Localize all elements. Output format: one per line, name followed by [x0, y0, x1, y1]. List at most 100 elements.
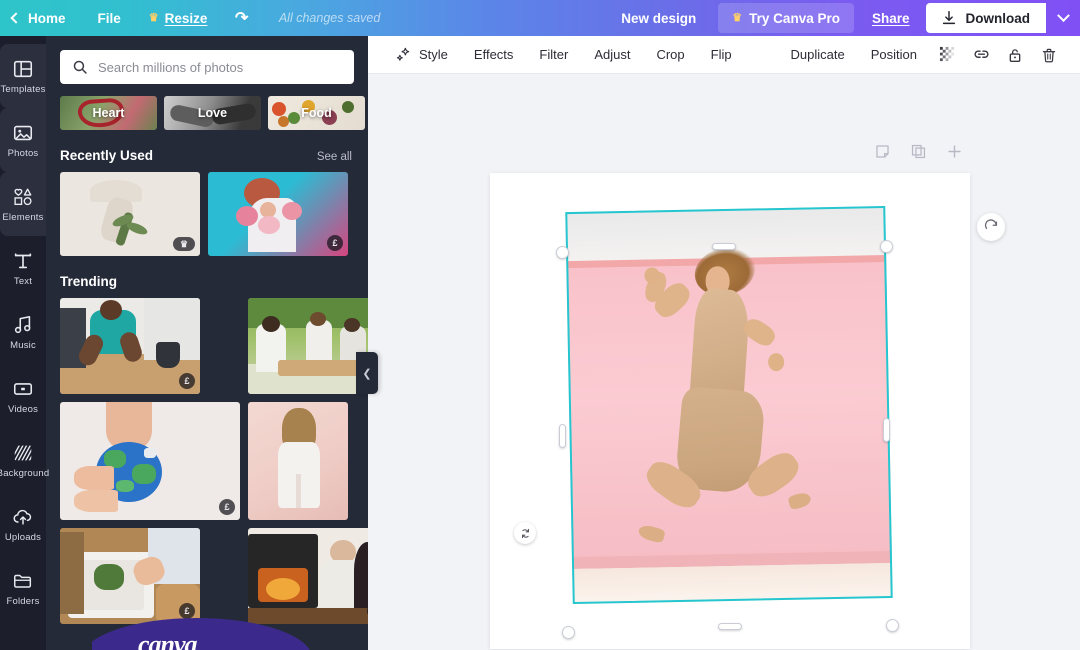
recently-used-grid: ♛ £ — [46, 172, 368, 256]
photo-thumbnail[interactable]: £ — [60, 528, 200, 624]
style-button[interactable]: Style — [382, 36, 461, 73]
resize-handle-bottom-left[interactable] — [562, 626, 575, 639]
header-left-group: Home File ♛ Resize ↶ All changes saved — [0, 0, 380, 36]
notes-button[interactable] — [873, 142, 891, 160]
new-design-button[interactable]: New design — [599, 11, 718, 26]
chevron-left-icon: ❮ — [362, 367, 372, 380]
recently-used-title: Recently Used — [60, 148, 154, 163]
resize-handle-bottom-right[interactable] — [886, 619, 899, 632]
download-icon — [942, 10, 955, 25]
editor-area: Style Effects Filter Adjust Crop Flip Du… — [368, 36, 1080, 650]
sidebar-item-folders[interactable]: Folders — [0, 556, 46, 620]
photo-thumbnail[interactable]: £ — [60, 402, 240, 520]
sidebar-label-folders: Folders — [6, 595, 40, 607]
pro-badge: ♛ — [173, 237, 195, 251]
chip-food-label: Food — [301, 106, 332, 120]
resize-handle-bottom[interactable] — [718, 623, 742, 630]
lock-button[interactable] — [998, 36, 1032, 73]
canvas-area — [368, 74, 1080, 650]
share-button[interactable]: Share — [856, 11, 926, 26]
photo-image — [565, 205, 893, 605]
download-options-button[interactable] — [1046, 3, 1080, 33]
rotate-icon — [521, 528, 529, 538]
trending-header: Trending — [46, 256, 368, 298]
photo-thumbnail[interactable]: ♛ — [60, 172, 200, 256]
add-page-button[interactable] — [945, 142, 963, 160]
flip-button[interactable]: Flip — [698, 36, 745, 73]
photo-thumbnail[interactable]: ♛ — [248, 298, 368, 394]
sidebar-item-videos[interactable]: Videos — [0, 364, 46, 428]
figure-fist — [644, 267, 660, 284]
notes-icon — [875, 144, 889, 158]
background-icon — [14, 445, 32, 460]
image-toolbar: Style Effects Filter Adjust Crop Flip Du… — [368, 36, 1080, 74]
panel-collapse-button[interactable]: ❮ — [356, 352, 378, 394]
photo-floor — [572, 562, 893, 605]
sidebar-item-background[interactable]: Background — [0, 428, 50, 492]
file-menu-button[interactable]: File — [84, 0, 135, 36]
trash-icon — [1042, 48, 1056, 62]
file-label: File — [97, 10, 121, 26]
sidebar-label-uploads: Uploads — [4, 531, 42, 543]
resize-handle-top[interactable] — [712, 243, 736, 250]
sidebar-label-background: Background — [0, 467, 50, 479]
effects-button[interactable]: Effects — [461, 36, 527, 73]
resize-button[interactable]: ♛ Resize — [135, 0, 222, 36]
sidebar-label-videos: Videos — [7, 403, 39, 415]
search-box[interactable] — [60, 50, 354, 84]
search-icon — [73, 60, 87, 74]
try-canva-pro-button[interactable]: ♛ Try Canva Pro — [718, 3, 854, 33]
download-button[interactable]: Download — [925, 3, 1046, 33]
sidebar-item-elements[interactable]: Elements — [0, 172, 46, 236]
chip-heart[interactable]: Heart — [60, 96, 157, 130]
sidebar-item-music[interactable]: Music — [0, 300, 46, 364]
photo-thumbnail[interactable] — [248, 402, 348, 520]
crop-button[interactable]: Crop — [643, 36, 697, 73]
photo-thumbnail[interactable]: £ — [60, 298, 200, 394]
photo-thumbnail[interactable]: £ — [248, 528, 368, 624]
elements-icon — [14, 188, 32, 205]
resize-label: Resize — [164, 10, 208, 26]
side-rotate-button[interactable] — [977, 213, 1005, 241]
photo-image — [248, 298, 368, 394]
resize-handle-top-right[interactable] — [880, 240, 893, 253]
crown-icon: ♛ — [732, 11, 743, 24]
selected-image-element[interactable] — [556, 205, 899, 639]
sidebar-item-text[interactable]: Text — [0, 236, 46, 300]
header-right-group: New design ♛ Try Canva Pro Share Downloa… — [599, 0, 1080, 36]
delete-button[interactable] — [1032, 36, 1066, 73]
photo-thumbnail[interactable]: £ — [208, 172, 348, 256]
trending-column: ♛ — [248, 298, 368, 624]
home-label: Home — [28, 10, 66, 26]
canva-promo-banner[interactable]: canva — [92, 614, 368, 650]
adjust-button[interactable]: Adjust — [581, 36, 643, 73]
page-tools — [873, 142, 963, 160]
music-icon — [14, 315, 31, 333]
home-button[interactable]: Home — [0, 0, 84, 36]
chip-love[interactable]: Love — [164, 96, 261, 130]
resize-handle-right[interactable] — [883, 418, 890, 442]
resize-handle-top-left[interactable] — [556, 246, 569, 259]
category-chips: Heart Love Food › — [46, 84, 368, 130]
chip-heart-label: Heart — [92, 106, 125, 120]
photo-image — [248, 528, 368, 624]
recently-used-see-all[interactable]: See all — [317, 151, 352, 163]
photos-icon — [13, 125, 33, 140]
crown-icon: ♛ — [179, 238, 189, 249]
search-input[interactable] — [98, 59, 342, 75]
duplicate-page-button[interactable] — [909, 142, 927, 160]
download-label: Download — [965, 10, 1031, 26]
chip-food[interactable]: Food — [268, 96, 365, 130]
figure-back-hand — [768, 352, 785, 371]
rotate-handle[interactable] — [514, 522, 536, 544]
transparency-button[interactable] — [930, 36, 964, 73]
sidebar-item-photos[interactable]: Photos — [0, 108, 46, 172]
undo-button[interactable]: ↶ — [221, 0, 262, 36]
link-button[interactable] — [964, 36, 998, 73]
filter-button[interactable]: Filter — [526, 36, 581, 73]
duplicate-button[interactable]: Duplicate — [778, 36, 858, 73]
position-button[interactable]: Position — [858, 36, 930, 73]
resize-handle-left[interactable] — [559, 424, 566, 448]
sidebar-item-uploads[interactable]: Uploads — [0, 492, 46, 556]
sidebar-item-templates[interactable]: Templates — [0, 44, 46, 108]
